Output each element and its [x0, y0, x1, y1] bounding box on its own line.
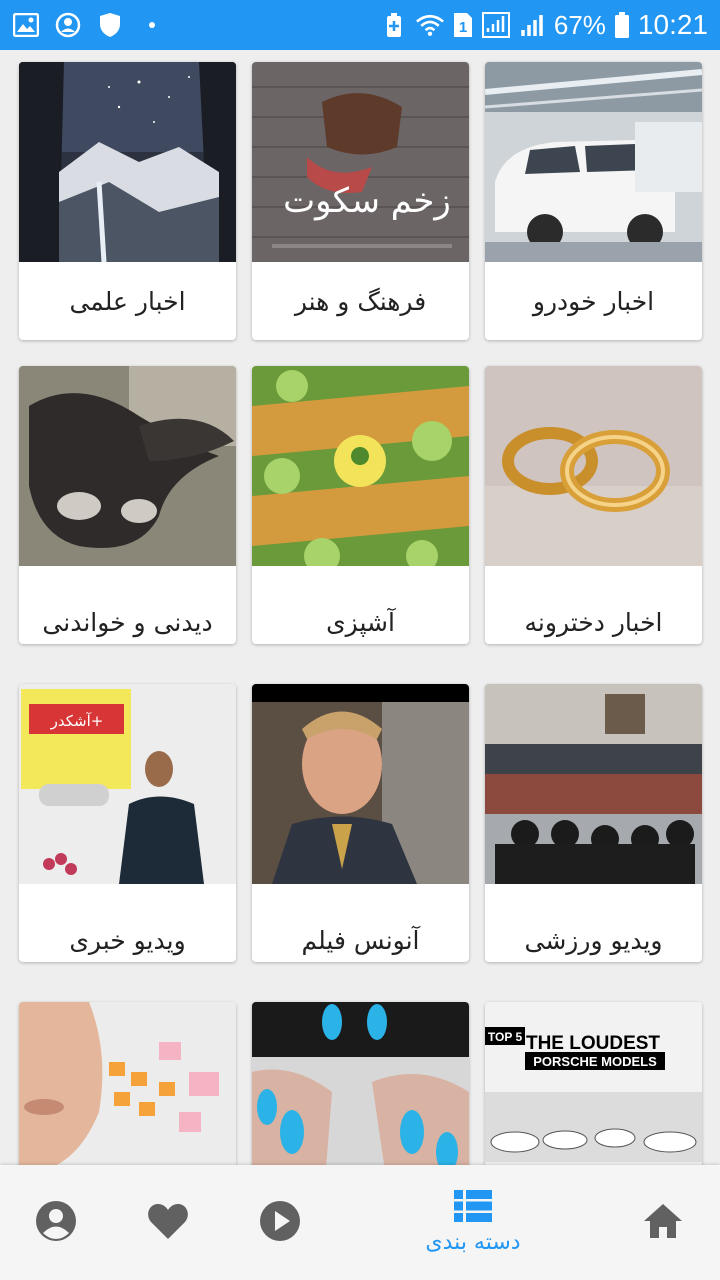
battery-percent: 67%: [553, 9, 606, 40]
gold-rings-image: [485, 366, 702, 566]
category-card[interactable]: اخبار خودرو: [485, 62, 702, 340]
category-list-icon: [454, 1190, 492, 1226]
category-grid: اخبار خودرو زخم سکوت فرهنگ و هنر اخبار ع…: [0, 50, 720, 1165]
nav-account[interactable]: [1, 1165, 111, 1280]
animal-closeup-image: [19, 366, 236, 566]
nails-image: [252, 1002, 469, 1165]
category-label: اخبار علمی: [69, 286, 186, 316]
heart-icon: [147, 1202, 189, 1244]
book-cover-image: زخم سکوت: [252, 62, 469, 262]
clock: 10:21: [637, 9, 708, 40]
category-label: اخبار دخترونه: [524, 607, 663, 637]
svg-text:TOP 5: TOP 5: [488, 1030, 523, 1044]
night-sky-image: [19, 62, 236, 262]
svg-text:PORSCHE MODELS: PORSCHE MODELS: [533, 1054, 657, 1069]
category-label: فرهنگ و هنر: [294, 286, 427, 316]
shield-icon: [96, 11, 124, 39]
category-card[interactable]: [19, 1002, 236, 1165]
category-card[interactable]: cial3an3or آنونس فیلم: [252, 684, 469, 962]
signal-icon: [518, 11, 546, 39]
status-bar: 1 67% 10:21: [0, 0, 720, 50]
category-card[interactable]: TOP 5 THE LOUDEST PORSCHE MODELS: [485, 1002, 702, 1165]
salad-dish-image: [252, 366, 469, 566]
signal-icon: [481, 11, 510, 39]
category-card[interactable]: اخبار علمی: [19, 62, 236, 340]
account-circle-icon: [54, 11, 82, 39]
nav-home[interactable]: [608, 1165, 718, 1280]
category-label: آنونس فیلم: [301, 925, 420, 955]
sticky-notes-image: [19, 1002, 236, 1165]
category-card[interactable]: آشپزی: [252, 366, 469, 644]
battery-saver-icon: [380, 11, 408, 39]
nav-videos[interactable]: [225, 1165, 335, 1280]
sim-icon: 1: [452, 11, 474, 39]
car-factory-image: [485, 62, 702, 262]
category-label: ویدیو خبری: [69, 925, 186, 955]
news-video-image: آشکدر+: [19, 684, 236, 884]
category-card[interactable]: زخم سکوت فرهنگ و هنر: [252, 62, 469, 340]
bottom-navigation: دسته بندی: [0, 1165, 720, 1280]
battery-icon: [614, 11, 630, 39]
home-icon: [642, 1202, 684, 1244]
category-card[interactable]: [252, 1002, 469, 1165]
svg-text:زخم سکوت: زخم سکوت: [283, 181, 451, 221]
account-icon: [35, 1200, 77, 1246]
category-label: آشپزی: [326, 607, 395, 637]
nav-categories-label: دسته بندی: [425, 1230, 521, 1255]
category-card[interactable]: اخبار دخترونه: [485, 366, 702, 644]
play-icon: [259, 1200, 301, 1246]
image-icon: [12, 11, 40, 39]
category-card[interactable]: دیدنی و خواندنی: [19, 366, 236, 644]
porsche-models-image: TOP 5 THE LOUDEST PORSCHE MODELS: [485, 1002, 702, 1165]
category-label: ویدیو ورزشی: [524, 925, 663, 955]
category-label: اخبار خودرو: [532, 286, 655, 316]
category-label: دیدنی و خواندنی: [42, 607, 213, 637]
wifi-icon: [415, 11, 444, 39]
film-actor-image: cial3an3or: [252, 684, 469, 884]
svg-text:آشکدر+: آشکدر+: [50, 712, 104, 730]
martial-arts-show-image: mshin: [485, 684, 702, 884]
svg-text:THE LOUDEST: THE LOUDEST: [526, 1033, 660, 1054]
nav-categories[interactable]: دسته بندی: [418, 1165, 528, 1280]
svg-text:1: 1: [459, 19, 467, 36]
nav-favorites[interactable]: [113, 1165, 223, 1280]
dot-icon: [138, 11, 166, 39]
category-card[interactable]: mshin ویدیو ورزشی: [485, 684, 702, 962]
category-card[interactable]: آشکدر+ ویدیو خبری: [19, 684, 236, 962]
